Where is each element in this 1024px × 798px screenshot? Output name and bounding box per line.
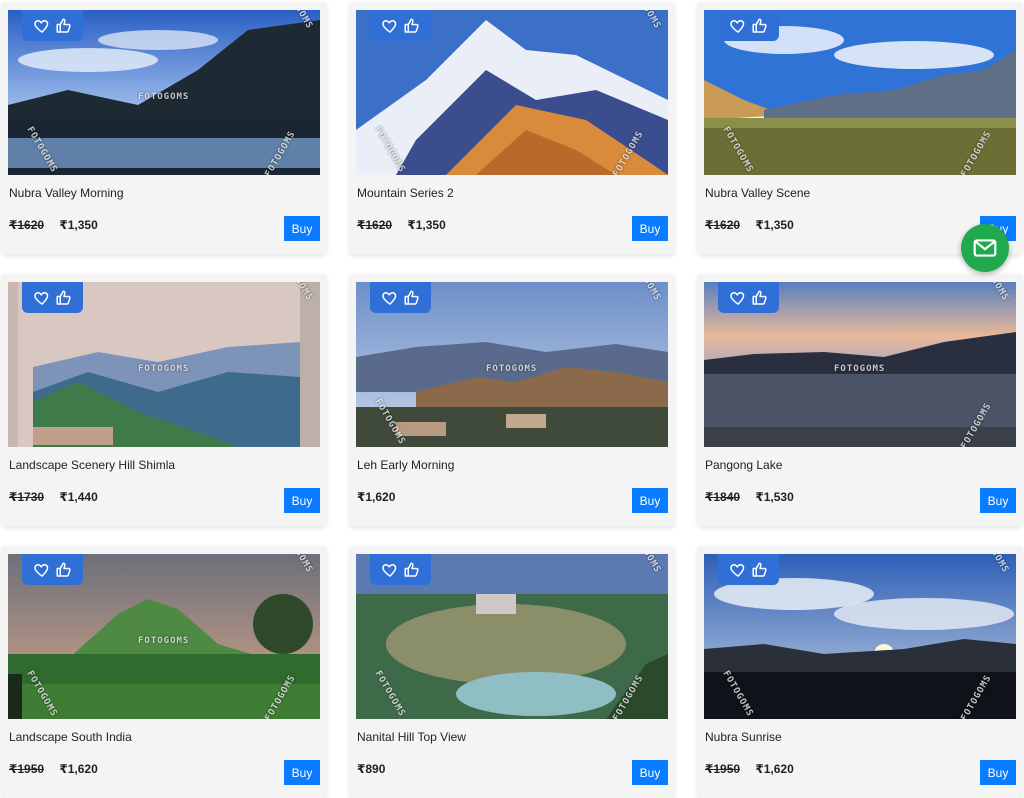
thumbs-up-icon[interactable] xyxy=(55,289,73,307)
sale-price: ₹1,620 xyxy=(59,762,98,776)
price-row: ₹1,620 xyxy=(357,490,395,504)
buy-button[interactable]: Buy xyxy=(284,488,320,513)
product-photo[interactable]: FOTOGOMS FOTOGOMS FOTOGOMS FOTOGOMS xyxy=(8,10,320,175)
product-title[interactable]: Pangong Lake xyxy=(705,458,782,472)
thumbs-up-icon[interactable] xyxy=(55,561,73,579)
buy-button[interactable]: Buy xyxy=(980,760,1016,785)
product-title[interactable]: Landscape Scenery Hill Shimla xyxy=(9,458,175,472)
thumbs-up-icon[interactable] xyxy=(751,289,769,307)
card-actions xyxy=(22,10,83,41)
heart-icon[interactable] xyxy=(33,17,51,35)
heart-icon[interactable] xyxy=(381,289,399,307)
sale-price: ₹1,620 xyxy=(755,762,794,776)
product-photo[interactable]: FOTOGOMS FOTOGOMS FOTOGOMS xyxy=(356,282,668,447)
product-card: FOTOGOMS FOTOGOMS Landscape Scenery Hill… xyxy=(2,274,326,526)
buy-button[interactable]: Buy xyxy=(284,760,320,785)
product-photo[interactable]: FOTOGOMS FOTOGOMS FOTOGOMS xyxy=(356,554,668,719)
heart-icon[interactable] xyxy=(381,561,399,579)
price-row: ₹1840 ₹1,530 xyxy=(705,490,794,504)
heart-icon[interactable] xyxy=(381,17,399,35)
product-card: FOTOGOMS FOTOGOMS FOTOGOMS Mountain Seri… xyxy=(350,2,674,254)
product-card: FOTOGOMS FOTOGOMS Nubra Valley Scene ₹16… xyxy=(698,2,1022,254)
product-card: FOTOGOMS FOTOGOMS FOTOGOMS Nanital Hill … xyxy=(350,546,674,798)
product-photo[interactable]: FOTOGOMS FOTOGOMS FOTOGOMS xyxy=(704,554,1016,719)
sale-price: ₹890 xyxy=(357,762,386,776)
sale-price: ₹1,440 xyxy=(59,490,98,504)
card-actions xyxy=(718,10,779,41)
sale-price: ₹1,350 xyxy=(59,218,98,232)
thumbs-up-icon[interactable] xyxy=(403,561,421,579)
product-card: FOTOGOMS FOTOGOMS FOTOGOMS Leh Early Mor… xyxy=(350,274,674,526)
watermark: FOTOGOMS xyxy=(834,364,886,374)
buy-button[interactable]: Buy xyxy=(632,216,668,241)
card-actions xyxy=(370,10,431,41)
price-row: ₹1620 ₹1,350 xyxy=(705,218,794,232)
buy-button[interactable]: Buy xyxy=(980,488,1016,513)
watermark: FOTOGOMS xyxy=(138,92,190,102)
product-card: FOTOGOMS FOTOGOMS FOTOGOMS Nubra Sunrise… xyxy=(698,546,1022,798)
watermark: FOTOGOMS xyxy=(138,636,190,646)
heart-icon[interactable] xyxy=(33,289,51,307)
price-row: ₹1950 ₹1,620 xyxy=(9,762,98,776)
product-title[interactable]: Nubra Valley Scene xyxy=(705,186,810,200)
card-actions xyxy=(718,554,779,585)
product-title[interactable]: Nubra Valley Morning xyxy=(9,186,124,200)
price-row: ₹1950 ₹1,620 xyxy=(705,762,794,776)
sale-price: ₹1,350 xyxy=(407,218,446,232)
thumbs-up-icon[interactable] xyxy=(751,561,769,579)
sale-price: ₹1,620 xyxy=(357,490,396,504)
thumbs-up-icon[interactable] xyxy=(403,17,421,35)
price-row: ₹1620 ₹1,350 xyxy=(9,218,98,232)
heart-icon[interactable] xyxy=(729,289,747,307)
original-price: ₹1620 xyxy=(9,218,45,232)
card-actions xyxy=(22,554,83,585)
card-actions xyxy=(370,554,431,585)
product-card: FOTOGOMS FOTOGOMS FOTOGOMS Pangong Lake … xyxy=(698,274,1022,526)
product-photo[interactable]: FOTOGOMS FOTOGOMS FOTOGOMS FOTOGOMS xyxy=(8,554,320,719)
thumbs-up-icon[interactable] xyxy=(751,17,769,35)
price-row: ₹890 xyxy=(357,762,385,776)
product-photo[interactable]: FOTOGOMS FOTOGOMS xyxy=(8,282,320,447)
original-price: ₹1730 xyxy=(9,490,45,504)
card-actions xyxy=(370,282,431,313)
original-price: ₹1620 xyxy=(357,218,393,232)
original-price: ₹1620 xyxy=(705,218,741,232)
product-photo[interactable]: FOTOGOMS FOTOGOMS FOTOGOMS xyxy=(704,282,1016,447)
product-card: FOTOGOMS FOTOGOMS FOTOGOMS FOTOGOMS Land… xyxy=(2,546,326,798)
product-title[interactable]: Leh Early Morning xyxy=(357,458,454,472)
watermark: FOTOGOMS xyxy=(138,364,190,374)
thumbs-up-icon[interactable] xyxy=(403,289,421,307)
card-actions xyxy=(22,282,83,313)
product-photo[interactable]: FOTOGOMS FOTOGOMS xyxy=(704,10,1016,175)
product-title[interactable]: Nubra Sunrise xyxy=(705,730,782,744)
buy-button[interactable]: Buy xyxy=(632,760,668,785)
watermark: FOTOGOMS xyxy=(486,364,538,374)
product-card: FOTOGOMS FOTOGOMS FOTOGOMS FOTOGOMS Nubr… xyxy=(2,2,326,254)
product-photo[interactable]: FOTOGOMS FOTOGOMS FOTOGOMS xyxy=(356,10,668,175)
price-row: ₹1730 ₹1,440 xyxy=(9,490,98,504)
buy-button[interactable]: Buy xyxy=(632,488,668,513)
contact-mail-button[interactable] xyxy=(961,224,1009,272)
original-price: ₹1840 xyxy=(705,490,741,504)
original-price: ₹1950 xyxy=(9,762,45,776)
heart-icon[interactable] xyxy=(729,561,747,579)
heart-icon[interactable] xyxy=(33,561,51,579)
product-title[interactable]: Mountain Series 2 xyxy=(357,186,454,200)
mail-icon xyxy=(972,235,998,261)
thumbs-up-icon[interactable] xyxy=(55,17,73,35)
price-row: ₹1620 ₹1,350 xyxy=(357,218,446,232)
product-title[interactable]: Nanital Hill Top View xyxy=(357,730,466,744)
sale-price: ₹1,530 xyxy=(755,490,794,504)
original-price: ₹1950 xyxy=(705,762,741,776)
card-actions xyxy=(718,282,779,313)
product-title[interactable]: Landscape South India xyxy=(9,730,132,744)
heart-icon[interactable] xyxy=(729,17,747,35)
buy-button[interactable]: Buy xyxy=(284,216,320,241)
sale-price: ₹1,350 xyxy=(755,218,794,232)
